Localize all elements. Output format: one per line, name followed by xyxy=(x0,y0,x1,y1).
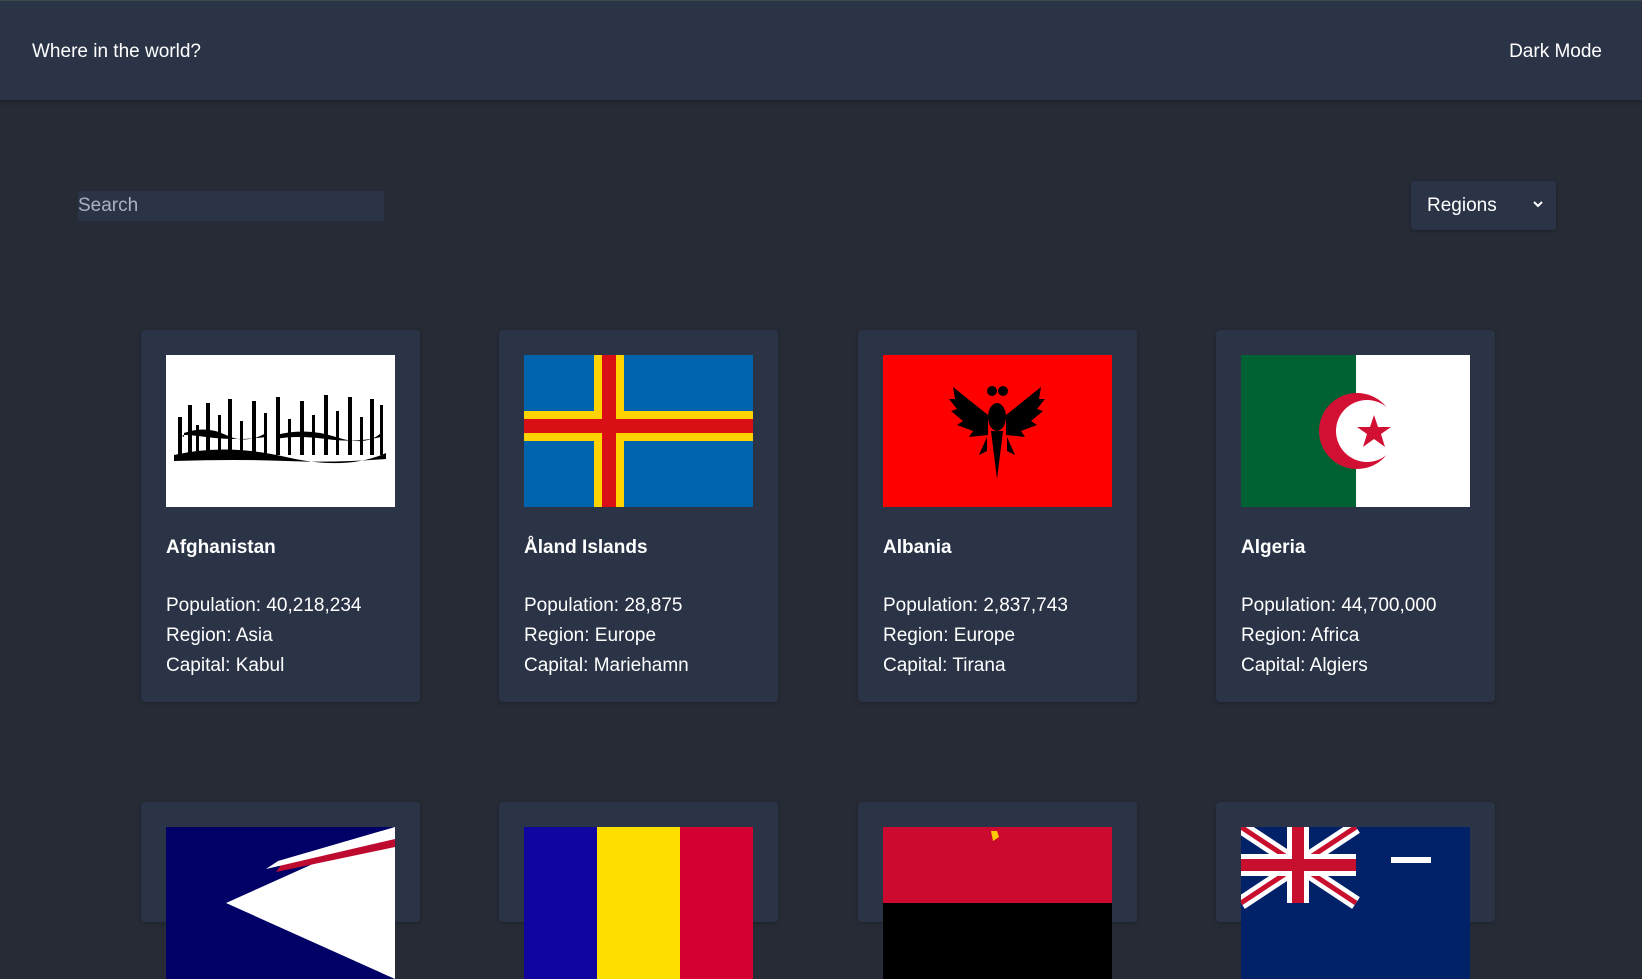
population-value: 2,837,743 xyxy=(983,595,1068,616)
anguilla-flag xyxy=(1241,827,1470,979)
region-value: Africa xyxy=(1310,625,1360,646)
aland-flag xyxy=(524,355,753,507)
population-value: 40,218,234 xyxy=(266,595,362,616)
population-row: Population: 2,837,743 xyxy=(883,591,1068,621)
capital-label: Capital: xyxy=(1241,655,1306,676)
population-row: Population: 44,700,000 xyxy=(1241,591,1436,621)
population-value: 28,875 xyxy=(624,595,683,616)
region-label: Region: xyxy=(1241,625,1307,646)
region-label: Region: xyxy=(524,625,590,646)
population-row: Population: 40,218,234 xyxy=(166,591,361,621)
capital-label: Capital: xyxy=(524,655,589,676)
population-row: Population: 28,875 xyxy=(524,591,689,621)
country-info: Population: 28,875 Region: Europe Capita… xyxy=(524,591,689,681)
american-samoa-flag xyxy=(166,827,395,979)
capital-row: Capital: Mariehamn xyxy=(524,651,689,681)
country-card-algeria[interactable]: Algeria Population: 44,700,000 Region: A… xyxy=(1216,330,1495,702)
region-row: Region: Africa xyxy=(1241,621,1436,651)
population-value: 44,700,000 xyxy=(1341,595,1437,616)
chevron-down-icon xyxy=(1533,201,1543,208)
country-card-albania[interactable]: Albania Population: 2,837,743 Region: Eu… xyxy=(858,330,1137,702)
country-card-aland-islands[interactable]: Åland Islands Population: 28,875 Region:… xyxy=(499,330,778,702)
capital-value: Mariehamn xyxy=(593,655,689,676)
country-name: Afghanistan xyxy=(166,537,276,558)
region-value: Europe xyxy=(953,625,1016,646)
country-card-angola[interactable] xyxy=(858,802,1137,979)
country-info: Population: 2,837,743 Region: Europe Cap… xyxy=(883,591,1068,681)
capital-value: Algiers xyxy=(1309,655,1368,676)
population-label: Population: xyxy=(524,595,620,616)
region-label: Region: xyxy=(166,625,232,646)
search-input[interactable] xyxy=(78,191,384,221)
population-label: Population: xyxy=(1241,595,1337,616)
country-name: Albania xyxy=(883,537,952,558)
country-card-andorra[interactable] xyxy=(499,802,778,979)
albania-flag xyxy=(883,355,1112,507)
angola-flag xyxy=(883,827,1112,979)
region-row: Region: Asia xyxy=(166,621,361,651)
capital-row: Capital: Kabul xyxy=(166,651,361,681)
population-label: Population: xyxy=(883,595,979,616)
capital-row: Capital: Algiers xyxy=(1241,651,1436,681)
afghanistan-flag xyxy=(166,355,395,507)
region-row: Region: Europe xyxy=(524,621,689,651)
country-name: Algeria xyxy=(1241,537,1306,558)
region-value: Asia xyxy=(235,625,273,646)
app-header: Where in the world? Dark Mode xyxy=(0,0,1642,100)
capital-label: Capital: xyxy=(883,655,948,676)
andorra-flag xyxy=(524,827,753,979)
algeria-flag xyxy=(1241,355,1470,507)
country-card-anguilla[interactable] xyxy=(1216,802,1495,979)
country-card-american-samoa[interactable] xyxy=(141,802,420,979)
country-info: Population: 44,700,000 Region: Africa Ca… xyxy=(1241,591,1436,681)
region-value: Europe xyxy=(594,625,657,646)
population-label: Population: xyxy=(166,595,262,616)
dark-mode-toggle[interactable]: Dark Mode xyxy=(1509,41,1602,63)
app-title: Where in the world? xyxy=(32,41,201,62)
capital-label: Capital: xyxy=(166,655,231,676)
country-card-afghanistan[interactable]: Afghanistan Population: 40,218,234 Regio… xyxy=(141,330,420,702)
capital-row: Capital: Tirana xyxy=(883,651,1068,681)
capital-value: Tirana xyxy=(952,655,1006,676)
country-name: Åland Islands xyxy=(524,537,648,558)
capital-value: Kabul xyxy=(235,655,285,676)
country-info: Population: 40,218,234 Region: Asia Capi… xyxy=(166,591,361,681)
region-row: Region: Europe xyxy=(883,621,1068,651)
region-label: Region: xyxy=(883,625,949,646)
region-filter-label: Regions xyxy=(1427,195,1497,216)
region-filter-select[interactable]: Regions xyxy=(1411,181,1556,230)
